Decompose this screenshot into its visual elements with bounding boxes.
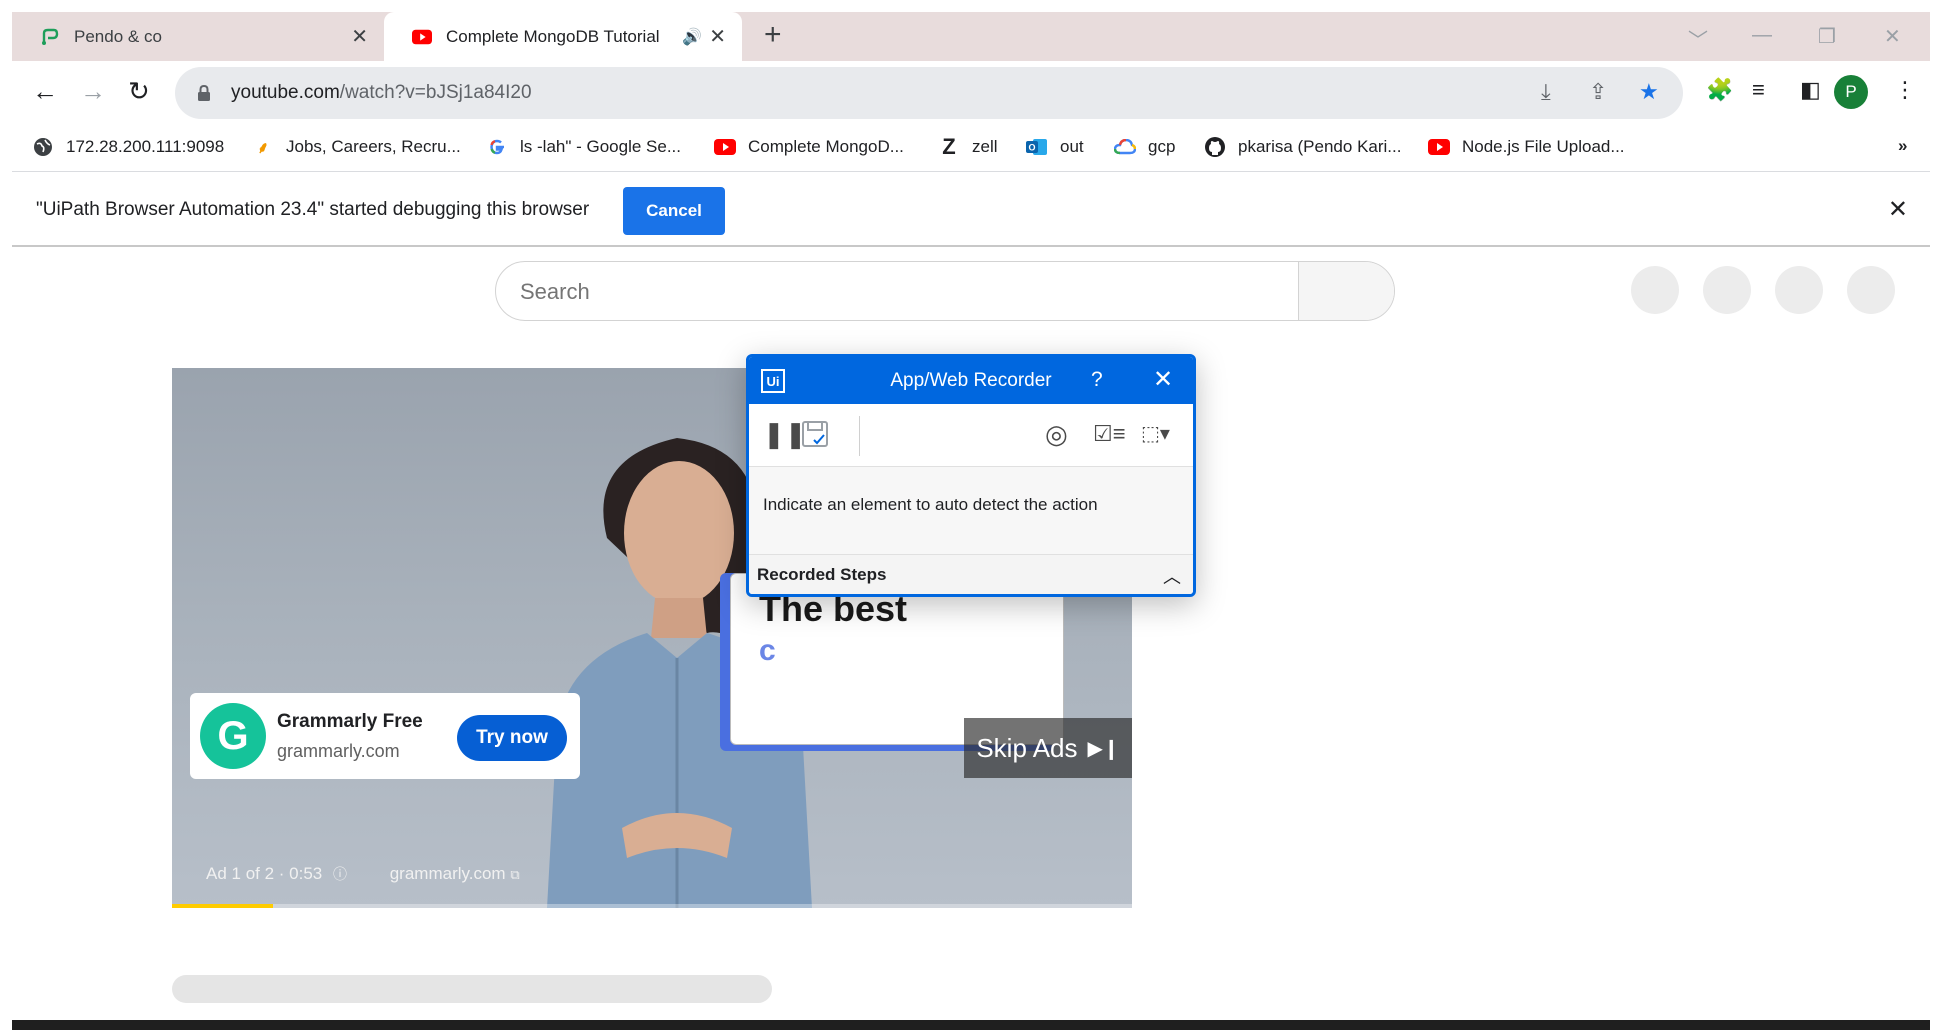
youtube-search[interactable]: Search [495,261,1395,321]
target-icon[interactable]: ◎ [1045,420,1068,448]
zell-icon: Z [942,134,956,159]
debugging-infobar: "UiPath Browser Automation 23.4" started… [12,173,1930,247]
close-infobar-icon[interactable]: ✕ [1888,195,1908,224]
bookmark-item[interactable]: ls -lah" - Google Se... [486,136,681,158]
back-icon[interactable]: ← [32,76,58,106]
bookmark-item[interactable]: Complete MongoD... [714,136,904,158]
masthead-placeholder-icon[interactable] [1703,266,1751,314]
globe-icon [32,136,54,158]
bookmark-item[interactable]: Z zell [938,134,997,159]
save-icon[interactable] [801,420,829,453]
bookmarks-overflow-icon[interactable]: » [1898,136,1907,156]
ad-progress-bar[interactable] [172,904,1132,908]
advertiser-domain: grammarly.com [277,741,400,761]
skip-ads-label: Skip Ads [976,732,1078,763]
menu-icon[interactable]: ⋮ [1894,77,1916,103]
ad-progress-fill [172,904,273,908]
close-window-icon[interactable]: ✕ [1884,24,1901,49]
masthead-placeholder-icon[interactable] [1631,266,1679,314]
bottom-bar [12,1020,1930,1030]
bookmark-item[interactable]: Node.js File Upload... [1428,136,1625,158]
recorder-instruction: Indicate an element to auto detect the a… [763,495,1098,514]
bookmark-item[interactable]: O out [1026,136,1084,158]
tab-search-icon[interactable]: ﹀ [1688,24,1708,53]
external-link-icon: ⧉ [510,867,520,882]
infobar-message: "UiPath Browser Automation 23.4" started… [36,199,590,220]
bookmark-item[interactable]: gcp [1114,136,1175,158]
reload-icon[interactable]: ↻ [128,76,150,106]
youtube-icon [714,136,736,158]
recorder-message-area: Indicate an element to auto detect the a… [749,467,1193,554]
tab-title: Pendo & co [74,26,162,46]
ad-domain-link[interactable]: grammarly.com [390,864,506,883]
youtube-icon [412,27,432,47]
help-button[interactable]: ? [1091,368,1103,392]
search-input[interactable]: Search [520,279,590,305]
recorded-steps-header[interactable]: Recorded Steps ︿ [749,554,1193,594]
address-bar[interactable]: youtube.com/watch?v=bJSj1a84I20 ⤓ ⇪ ★ [175,67,1683,119]
ad-counter: Ad 1 of 2 · 0:53 [206,864,323,883]
skip-ads-button[interactable]: Skip Ads ▶❙ [964,718,1132,778]
promo-subtext: c [759,634,776,667]
extensions-icon[interactable]: 🧩 [1706,77,1733,103]
chevron-up-icon[interactable]: ︿ [1163,563,1181,589]
bookmark-item[interactable]: pkarisa (Pendo Kari... [1204,136,1401,158]
close-recorder-icon[interactable]: ✕ [1153,365,1173,394]
forward-icon[interactable]: → [80,76,106,106]
side-panel-icon[interactable]: ◧ [1800,77,1821,103]
tab-title: Complete MongoDB Tutorial [446,26,660,46]
toolbar-separator [859,416,860,456]
tab-pendo[interactable]: Pendo & co ✕ [12,12,384,61]
cancel-button[interactable]: Cancel [623,187,725,235]
recorder-toolbar: ❚❚ ◎ ☑≡ ⬚▾ [749,404,1193,467]
bookmarks-bar: 172.28.200.111:9098 ⸙ Jobs, Careers, Rec… [12,126,1930,172]
pendo-icon [40,27,60,47]
minimize-icon[interactable]: — [1752,24,1772,47]
try-now-button[interactable]: Try now [457,715,567,761]
search-button[interactable] [1298,262,1394,320]
uipath-recorder-window: Ui App/Web Recorder ? ✕ ❚❚ ◎ ☑≡ ⬚▾ Indic… [746,354,1196,597]
grammarly-logo-icon: G [200,703,266,769]
tab-youtube[interactable]: Complete MongoDB Tutorial 🔊 ✕ [384,12,742,61]
share-icon[interactable]: ⇪ [1589,79,1607,105]
tab-close-icon[interactable]: ✕ [351,24,368,49]
tab-strip: Pendo & co ✕ Complete MongoDB Tutorial 🔊… [12,12,1930,61]
speaker-icon[interactable]: 🔊 [682,27,702,47]
cloud-icon [1114,136,1136,158]
recorder-titlebar[interactable]: Ui App/Web Recorder ? ✕ [749,357,1193,404]
bookmark-item[interactable]: 172.28.200.111:9098 [32,136,224,158]
tab-close-icon[interactable]: ✕ [709,24,726,49]
ad-info: Ad 1 of 2 · 0:53 ⓘ grammarly.com ⧉ [206,864,520,884]
feather-icon: ⸙ [256,140,269,157]
screen-select-dropdown-icon[interactable]: ⬚▾ [1141,420,1170,448]
info-icon[interactable]: ⓘ [333,866,347,882]
outlook-icon: O [1026,136,1048,158]
lock-icon[interactable] [197,84,211,102]
ad-overlay-card[interactable]: G Grammarly Free grammarly.com Try now [190,693,580,779]
masthead-placeholder-icon[interactable] [1775,266,1823,314]
svg-text:O: O [1028,143,1035,153]
masthead-placeholder-icon[interactable] [1847,266,1895,314]
advertiser-name: Grammarly Free [277,711,423,732]
url-text: youtube.com/watch?v=bJSj1a84I20 [231,82,532,103]
skip-next-icon: ▶❙ [1087,737,1120,760]
profile-avatar[interactable]: P [1834,75,1868,109]
bookmark-item[interactable]: ⸙ Jobs, Careers, Recru... [252,136,461,158]
github-icon [1204,136,1226,158]
media-control-icon[interactable]: ≡ [1752,77,1765,103]
title-skeleton [172,975,772,1003]
restore-icon[interactable]: ❐ [1818,24,1836,49]
checklist-icon[interactable]: ☑≡ [1093,420,1126,448]
youtube-icon [1428,136,1450,158]
recorded-steps-label: Recorded Steps [757,565,887,584]
recorder-title: App/Web Recorder [890,370,1052,391]
google-icon [486,136,508,158]
new-tab-button[interactable]: + [764,20,782,50]
bookmark-star-icon[interactable]: ★ [1639,79,1659,105]
install-app-icon[interactable]: ⤓ [1541,79,1551,105]
browser-toolbar: ← → ↻ youtube.com/watch?v=bJSj1a84I20 ⤓ … [12,61,1930,126]
